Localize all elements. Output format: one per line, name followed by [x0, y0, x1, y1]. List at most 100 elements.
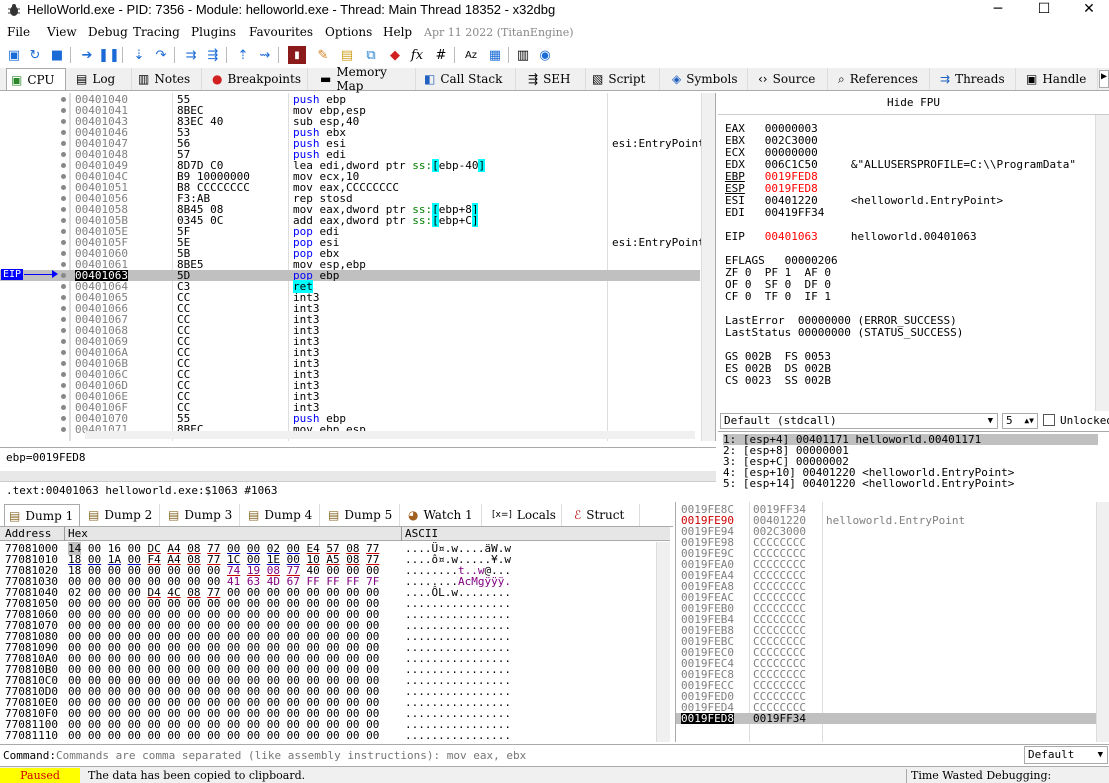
stack-row[interactable]: 0019FECC CCCCCCCC	[676, 680, 1096, 691]
breakpoint-dot-icon[interactable]	[61, 229, 66, 234]
run-icon[interactable]: ➔	[78, 46, 96, 64]
breakpoint-dot-icon[interactable]	[61, 416, 66, 421]
register-scrollbar[interactable]	[1095, 115, 1109, 411]
tab-call-stack[interactable]: ◧ Call Stack	[420, 68, 516, 90]
disassembly-view[interactable]: 00401040 55 push ebp 00401041 8BEC mov ebp,es…	[0, 93, 716, 441]
maximize-button[interactable]: ☐	[1021, 0, 1067, 20]
breakpoint-dot-icon[interactable]	[61, 185, 66, 190]
breakpoint-dot-icon[interactable]	[61, 97, 66, 102]
menu-tracing[interactable]: Tracing	[133, 25, 180, 39]
tab-threads[interactable]: ⇉ Threads	[936, 68, 1016, 90]
globe-icon[interactable]: ◉	[536, 46, 554, 64]
tab-cpu[interactable]: ▣ CPU	[6, 68, 66, 90]
tab-struct[interactable]: ℰ Struct	[570, 504, 640, 526]
register-line[interactable]: EBX 002C3000	[725, 135, 818, 146]
register-line[interactable]: EAX 00000003	[725, 123, 818, 134]
stack-row[interactable]: 0019FEB8 CCCCCCCC	[676, 625, 1096, 636]
breakpoint-dot-icon[interactable]	[61, 361, 66, 366]
registers-panel[interactable]: Hide FPU EAX 00000003 EBX 002C3000 ECX 000…	[718, 93, 1109, 411]
unlocked-checkbox[interactable]	[1043, 414, 1055, 426]
menu-options[interactable]: Options	[325, 25, 372, 39]
tab-dump-1[interactable]: ▤ Dump 1	[4, 504, 80, 526]
arg-count-spinner[interactable]: 5 ▲▼	[1002, 413, 1038, 429]
comments-icon[interactable]: ▤	[338, 46, 356, 64]
breakpoint-dot-icon[interactable]	[61, 218, 66, 223]
stack-row[interactable]: 0019FEA4 CCCCCCCC	[676, 570, 1096, 581]
dump-row[interactable]: 77081110 00 00 00 00 00 00 00 00 00 00 00…	[0, 730, 660, 741]
tab-seh[interactable]: ⇶ SEH	[524, 68, 586, 90]
menu-help[interactable]: Help	[383, 25, 412, 39]
stack-row[interactable]: 0019FE98 CCCCCCCC	[676, 537, 1096, 548]
register-line[interactable]: ECX 00000000	[725, 147, 818, 158]
breakpoint-dot-icon[interactable]	[61, 295, 66, 300]
breakpoint-dot-icon[interactable]	[61, 328, 66, 333]
register-line[interactable]: LastError 00000000 (ERROR_SUCCESS)	[725, 315, 957, 326]
disasm-scrollbar[interactable]	[701, 93, 715, 441]
run-to-user-code-icon[interactable]: ⇝	[256, 46, 274, 64]
breakpoint-dot-icon[interactable]	[61, 141, 66, 146]
menu-favourites[interactable]: Favourites	[249, 25, 313, 39]
breakpoint-dot-icon[interactable]	[61, 174, 66, 179]
stack-row[interactable]: 0019FEA8 CCCCCCCC	[676, 581, 1096, 592]
breakpoint-dot-icon[interactable]	[61, 427, 66, 432]
open-icon[interactable]: ▣	[5, 46, 23, 64]
breakpoint-dot-icon[interactable]	[61, 207, 66, 212]
tab-scroll-right-icon[interactable]: ▶	[1099, 70, 1109, 88]
breakpoint-dot-icon[interactable]	[61, 130, 66, 135]
tab-log[interactable]: ▤ Log	[72, 68, 132, 90]
register-line[interactable]: CS 0023 SS 002B	[725, 375, 831, 386]
stack-row[interactable]: 0019FEAC CCCCCCCC	[676, 592, 1096, 603]
stack-row[interactable]: 0019FEB0 CCCCCCCC	[676, 603, 1096, 614]
breakpoint-dot-icon[interactable]	[61, 306, 66, 311]
tab-dump-3[interactable]: ▤ Dump 3	[164, 504, 240, 526]
breakpoint-dot-icon[interactable]	[61, 273, 66, 278]
tab-breakpoints[interactable]: ● Breakpoints	[208, 68, 308, 90]
patch-icon[interactable]: ✎	[314, 46, 332, 64]
disasm-hscrollbar[interactable]	[85, 431, 695, 439]
register-line[interactable]: ESI 00401220 <helloworld.EntryPoint>	[725, 195, 1003, 206]
tab-notes[interactable]: ▥ Notes	[134, 68, 202, 90]
register-line[interactable]: CF 0 TF 0 IF 1	[725, 291, 831, 302]
stack-row[interactable]: 0019FED4 CCCCCCCC	[676, 702, 1096, 713]
tab-source[interactable]: ‹› Source	[754, 68, 828, 90]
breakpoint-dot-icon[interactable]	[61, 350, 66, 355]
tab-locals[interactable]: [x=] Locals	[488, 504, 562, 526]
hide-fpu-button[interactable]: Hide FPU	[718, 93, 1109, 115]
menu-plugins[interactable]: Plugins	[191, 25, 236, 39]
menu-debug[interactable]: Debug	[88, 25, 128, 39]
labels-icon[interactable]: ⧉	[362, 46, 380, 64]
breakpoint-dot-icon[interactable]	[61, 372, 66, 377]
execute-till-return-icon[interactable]: ⇡	[234, 46, 252, 64]
tab-script[interactable]: ▧ Script	[588, 68, 660, 90]
stack-row[interactable]: 0019FEC0 CCCCCCCC	[676, 647, 1096, 658]
stop-icon[interactable]: ■	[48, 46, 66, 64]
stack-scrollbar[interactable]	[1096, 502, 1109, 742]
arg-row[interactable]: 5: [esp+14] 00401220 <helloworld.EntryPo…	[723, 478, 1014, 489]
register-line[interactable]: EDI 00419FF34	[725, 207, 824, 218]
step-over-icon[interactable]: ↷	[152, 46, 170, 64]
register-line[interactable]: ESP 0019FED8	[725, 183, 818, 194]
stack-row[interactable]: 0019FEC4 CCCCCCCC	[676, 658, 1096, 669]
tab-dump-2[interactable]: ▤ Dump 2	[84, 504, 160, 526]
stack-view[interactable]: 0019FE8C 0019FF34 0019FE90 00401220 hellowor…	[675, 502, 1109, 742]
breakpoint-dot-icon[interactable]	[61, 284, 66, 289]
register-line[interactable]: ES 002B DS 002B	[725, 363, 831, 374]
stack-row[interactable]: 0019FEA0 CCCCCCCC	[676, 559, 1096, 570]
register-line[interactable]: GS 002B FS 0053	[725, 351, 831, 362]
tab-dump-4[interactable]: ▤ Dump 4	[244, 504, 320, 526]
breakpoint-dot-icon[interactable]	[61, 262, 66, 267]
menu-file[interactable]: File	[7, 25, 30, 39]
calculator-icon[interactable]: ▥	[514, 46, 532, 64]
breakpoint-dot-icon[interactable]	[61, 394, 66, 399]
command-mode-select[interactable]: Default ▼	[1024, 746, 1108, 764]
pause-icon[interactable]: ❚❚	[98, 46, 120, 64]
stack-row[interactable]: 0019FED0 CCCCCCCC	[676, 691, 1096, 702]
stack-row[interactable]: 0019FED8 0019FF34	[676, 713, 1096, 724]
tab-handle[interactable]: ▣ Handle	[1022, 68, 1098, 90]
trace-into-icon[interactable]: ⇉	[182, 46, 200, 64]
stack-row[interactable]: 0019FEC8 CCCCCCCC	[676, 669, 1096, 680]
hex-dump-view[interactable]: Address Hex ASCII 77081000 14 00 16 00 DC…	[0, 527, 670, 742]
breakpoint-dot-icon[interactable]	[61, 108, 66, 113]
breakpoint-dot-icon[interactable]	[61, 383, 66, 388]
scylla-icon[interactable]: ▮	[288, 46, 306, 64]
